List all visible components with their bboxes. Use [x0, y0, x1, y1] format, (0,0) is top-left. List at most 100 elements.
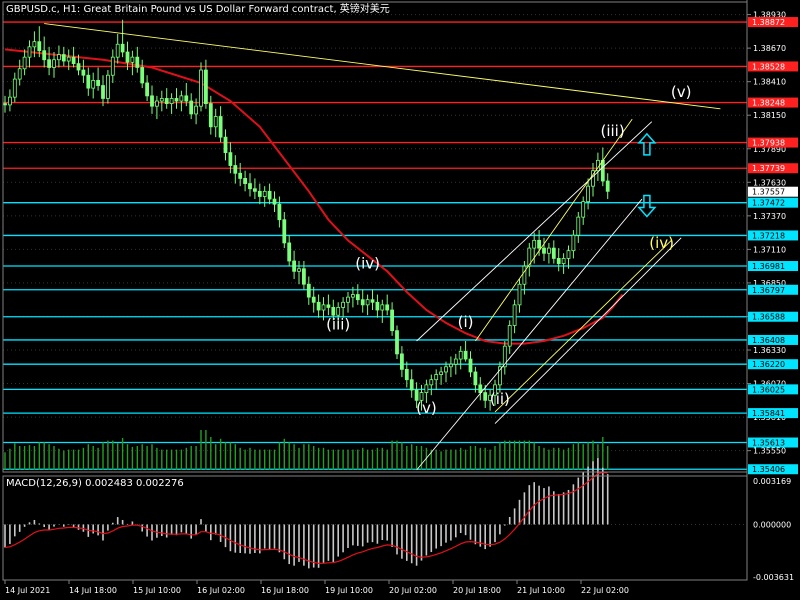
candle-body	[7, 96, 12, 106]
level-price-label: 1.37739	[752, 164, 785, 173]
candle-body	[390, 309, 395, 332]
candle-body	[106, 74, 110, 99]
arrow-down-icon	[637, 194, 657, 218]
candle-body	[532, 239, 537, 249]
time-tick-label: 16 Jul 18:00	[261, 586, 309, 595]
candle-body	[542, 247, 546, 254]
candle-body	[66, 56, 71, 62]
trendline	[416, 121, 653, 342]
candle-body	[483, 392, 488, 401]
candle-body	[424, 384, 429, 393]
candle-body	[164, 98, 169, 105]
candle-body	[458, 350, 463, 360]
level-price-label: 1.35841	[752, 409, 785, 418]
candle-body	[218, 116, 223, 138]
candle-body	[81, 69, 86, 76]
macd-label: MACD(12,26,9) 0.002483 0.002276	[6, 478, 184, 489]
level-price-label: 1.35613	[752, 439, 785, 448]
time-tick-label: 22 Jul 02:00	[581, 586, 629, 595]
candle-body	[110, 56, 115, 76]
level-price-label: 1.38528	[752, 62, 785, 71]
time-tick-label: 20 Jul 02:00	[389, 586, 437, 595]
grid	[3, 14, 747, 452]
candle-body	[27, 46, 32, 58]
macd-tick-label: 0.000000	[753, 520, 791, 529]
wave-label: (i)	[458, 313, 474, 331]
level-price-label: 1.35406	[752, 465, 785, 474]
candle-body	[71, 56, 76, 65]
wave-label: (iv)	[649, 234, 674, 252]
candle-body	[326, 304, 331, 308]
time-tick-label: 15 Jul 10:00	[133, 586, 181, 595]
wave-label: (iii)	[326, 315, 350, 333]
candle-body	[203, 69, 208, 104]
candle-body	[199, 69, 203, 107]
support-resistance-levels	[3, 21, 747, 470]
arrows	[637, 132, 657, 218]
candle-body	[91, 79, 96, 89]
level-price-label: 1.36588	[752, 313, 785, 322]
candle-body	[262, 190, 267, 197]
candle-body	[385, 304, 390, 311]
candle-body	[96, 79, 100, 86]
candle-body	[135, 56, 140, 68]
level-price-label: 1.36025	[752, 385, 785, 394]
candle-body	[360, 299, 365, 306]
candle-body	[350, 294, 355, 298]
candle-body	[61, 54, 66, 62]
candle-body	[512, 304, 517, 326]
level-price-label: 1.36797	[752, 286, 785, 295]
candle-body	[306, 283, 311, 298]
candle-body	[517, 283, 522, 306]
price-tick-label: 1.38670	[753, 44, 786, 53]
current-price-label: 1.37557	[752, 188, 785, 197]
candle-body	[76, 63, 81, 71]
price-tick-label: 1.35550	[753, 447, 786, 456]
time-tick-label: 14 Jul 2021	[5, 586, 50, 595]
candle-body	[145, 82, 150, 97]
level-price-label: 1.37218	[752, 231, 785, 240]
candle-body	[297, 268, 301, 272]
candle-body	[57, 54, 61, 61]
candle-body	[47, 59, 51, 68]
wave-label: (iii)	[600, 122, 624, 140]
candle-body	[257, 190, 262, 197]
candle-body	[179, 95, 184, 102]
candle-body	[316, 301, 321, 311]
candle-body	[115, 43, 120, 58]
arrow-up-icon	[637, 132, 657, 156]
candle-body	[395, 330, 399, 355]
candle-body	[233, 165, 238, 174]
candle-body	[434, 374, 439, 381]
macd-tick-label: 0.003169	[753, 477, 791, 486]
candle-body	[566, 250, 571, 259]
candle-body	[439, 371, 444, 375]
candle-body	[3, 103, 7, 106]
candle-body	[174, 98, 179, 102]
candle-body	[448, 363, 453, 368]
candle-body	[547, 247, 551, 254]
candle-body	[130, 56, 135, 63]
candle-body	[468, 358, 473, 373]
level-price-label: 1.37472	[752, 199, 785, 208]
candle-body	[277, 203, 282, 221]
wave-label: (v)	[416, 399, 437, 417]
trendline	[416, 198, 643, 471]
trendline	[475, 118, 633, 342]
candle-body	[282, 219, 287, 244]
time-tick-label: 16 Jul 02:00	[197, 586, 245, 595]
candle-body	[399, 353, 404, 370]
candle-body	[336, 307, 341, 316]
candle-body	[208, 103, 213, 128]
price-tick-label: 1.37110	[753, 245, 786, 254]
price-tick-label: 1.37630	[753, 178, 786, 187]
price-axis: 1.389301.386701.384101.381501.378901.376…	[747, 11, 798, 582]
price-tick-label: 1.36330	[753, 346, 786, 355]
candle-body	[507, 325, 512, 347]
candle-body	[292, 260, 297, 272]
candle-body	[478, 384, 483, 393]
candle-body	[346, 296, 350, 303]
candle-body	[22, 56, 27, 70]
time-tick-label: 14 Jul 18:00	[69, 586, 117, 595]
candle-body	[444, 366, 448, 373]
